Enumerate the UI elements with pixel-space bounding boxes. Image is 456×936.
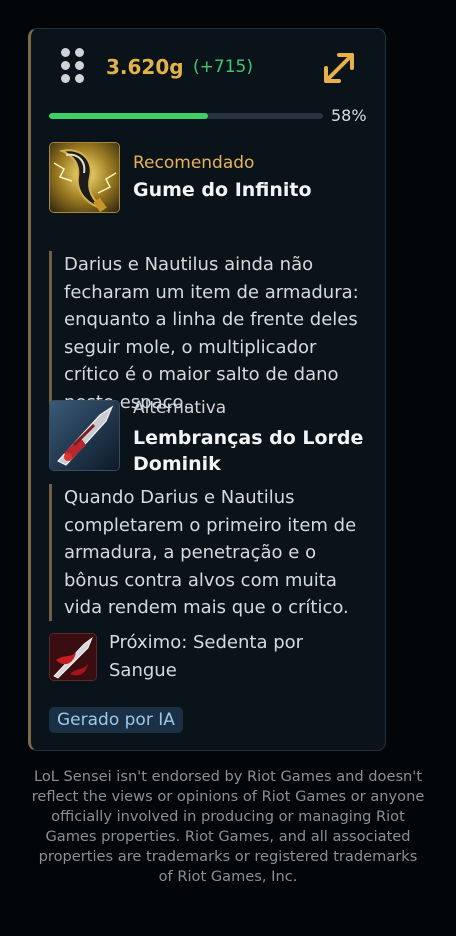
gold-amount: 3.620g — [106, 55, 184, 79]
alternative-reason-text: Quando Darius e Nautilus completarem o p… — [64, 487, 357, 618]
recommended-item-name: Gume do Infinito — [133, 179, 312, 201]
bloodthirster-icon — [49, 633, 97, 681]
infinity-edge-icon — [49, 142, 120, 213]
gold-progress-bar — [49, 113, 323, 119]
item-recommendation-card: 3.620g (+715) 58% Recomendado Gume do In… — [28, 28, 386, 751]
alternative-label: Alternativa — [133, 398, 227, 418]
ai-generated-badge: Gerado por IA — [49, 707, 183, 733]
expand-arrows-icon[interactable] — [320, 49, 358, 87]
gold-delta: (+715) — [193, 57, 253, 77]
gold-progress-percent: 58% — [331, 106, 367, 125]
recommended-reason-text: Darius e Nautilus ainda não fecharam um … — [64, 254, 359, 413]
lord-dominiks-regards-icon — [49, 400, 120, 471]
legal-disclaimer: LoL Sensei isn't endorsed by Riot Games … — [31, 768, 425, 885]
alternative-item-name: Lembranças do Lorde Dominik — [133, 427, 364, 475]
drag-handle-icon[interactable] — [61, 48, 87, 84]
gold-progress-fill — [49, 113, 208, 119]
recommended-reason: Darius e Nautilus ainda não fecharam um … — [49, 251, 369, 414]
alternative-reason: Quando Darius e Nautilus completarem o p… — [49, 484, 369, 621]
next-item-text: Próximo: Sedenta por Sangue — [109, 632, 304, 681]
recommended-label: Recomendado — [133, 153, 255, 173]
